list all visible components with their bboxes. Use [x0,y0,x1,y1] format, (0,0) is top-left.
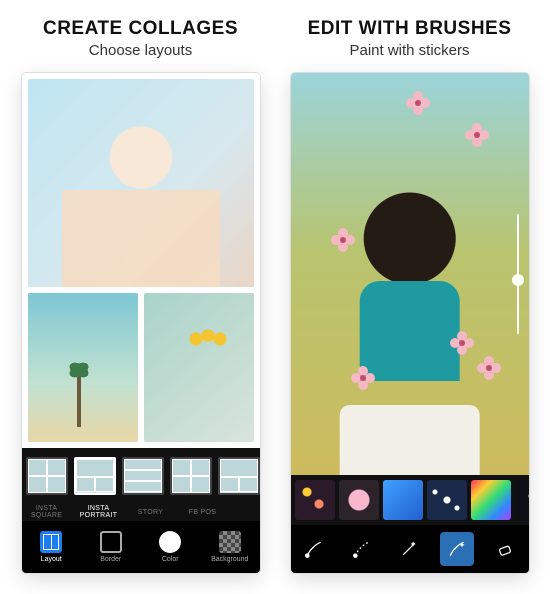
layout-thumbnail-strip[interactable] [22,448,260,503]
photo-content [61,125,219,287]
collage-canvas[interactable] [22,73,260,448]
layout-option-insta-square[interactable] [26,457,68,495]
flower-sticker-icon [477,356,501,380]
flower-sticker-icon [465,123,489,147]
photo-content [188,330,228,348]
sticker-pack-strip[interactable] [291,475,529,525]
tool-border[interactable]: Border [81,531,141,563]
background-icon [219,531,241,553]
sticker-pack-blue-glow[interactable] [383,480,423,520]
brush-toolbar [291,525,529,573]
flower-sticker-icon [450,331,474,355]
tool-layout[interactable]: Layout [22,531,82,563]
eraser-icon [495,539,515,559]
collage-feature-panel: CREATE COLLAGES Choose layouts [14,18,267,576]
color-icon [159,531,181,553]
tool-label: Border [100,556,121,563]
brush-title: EDIT WITH BRUSHES [308,18,512,40]
brush-sticker-button[interactable] [440,532,474,566]
collage-title: CREATE COLLAGES [43,18,238,40]
layout-option-fb-post[interactable] [170,457,212,495]
format-label[interactable]: FB POS [180,509,226,516]
sticker-pack-pink-flowers[interactable] [339,480,379,520]
sticker-pack-rainbow[interactable] [471,480,511,520]
border-icon [100,531,122,553]
layout-option-story[interactable] [122,457,164,495]
brush-dotted-icon [352,539,372,559]
brush-phone-frame [291,73,529,573]
tool-color[interactable]: Color [141,531,201,563]
brush-canvas[interactable] [291,73,529,475]
sticker-pack-bokeh-stars[interactable] [295,480,335,520]
eraser-button[interactable] [488,532,522,566]
sticker-pack-night-stars[interactable] [515,480,529,520]
brush-feature-panel: EDIT WITH BRUSHES Paint with stickers [283,18,536,576]
tool-label: Layout [41,556,62,563]
brush-simple-button[interactable] [297,532,331,566]
collage-cell-bottom-left[interactable] [28,293,138,442]
tool-background[interactable]: Background [200,531,260,563]
layout-option-extra[interactable] [218,457,260,495]
sticker-pack-sparkles[interactable] [427,480,467,520]
magic-wand-icon [399,539,419,559]
tool-label: Background [211,556,248,563]
format-label[interactable]: INSTA SQUARE [24,505,70,519]
brush-size-slider-thumb[interactable] [512,274,524,286]
collage-bottom-toolbar: Layout Border Color Background [22,521,260,573]
brush-subtitle: Paint with stickers [349,42,469,59]
collage-cell-main[interactable] [28,79,254,287]
flower-sticker-icon [406,91,430,115]
collage-bottom-row [28,293,254,442]
layout-option-insta-portrait[interactable] [74,457,116,495]
collage-subtitle: Choose layouts [89,42,192,59]
brush-magic-button[interactable] [392,532,426,566]
photo-content [77,367,81,427]
collage-cell-bottom-right[interactable] [144,293,254,442]
flower-sticker-icon [351,366,375,390]
collage-phone-frame: INSTA SQUARE INSTA PORTRAIT STORY FB POS… [22,73,260,573]
format-label[interactable]: INSTA PORTRAIT [76,505,122,519]
brush-icon [304,539,324,559]
layout-icon [40,531,62,553]
sticker-brush-icon [447,539,467,559]
brush-dotted-button[interactable] [345,532,379,566]
layout-format-labels: INSTA SQUARE INSTA PORTRAIT STORY FB POS [22,503,260,521]
flower-sticker-icon [331,228,355,252]
tool-label: Color [162,556,179,563]
format-label[interactable]: STORY [128,509,174,516]
